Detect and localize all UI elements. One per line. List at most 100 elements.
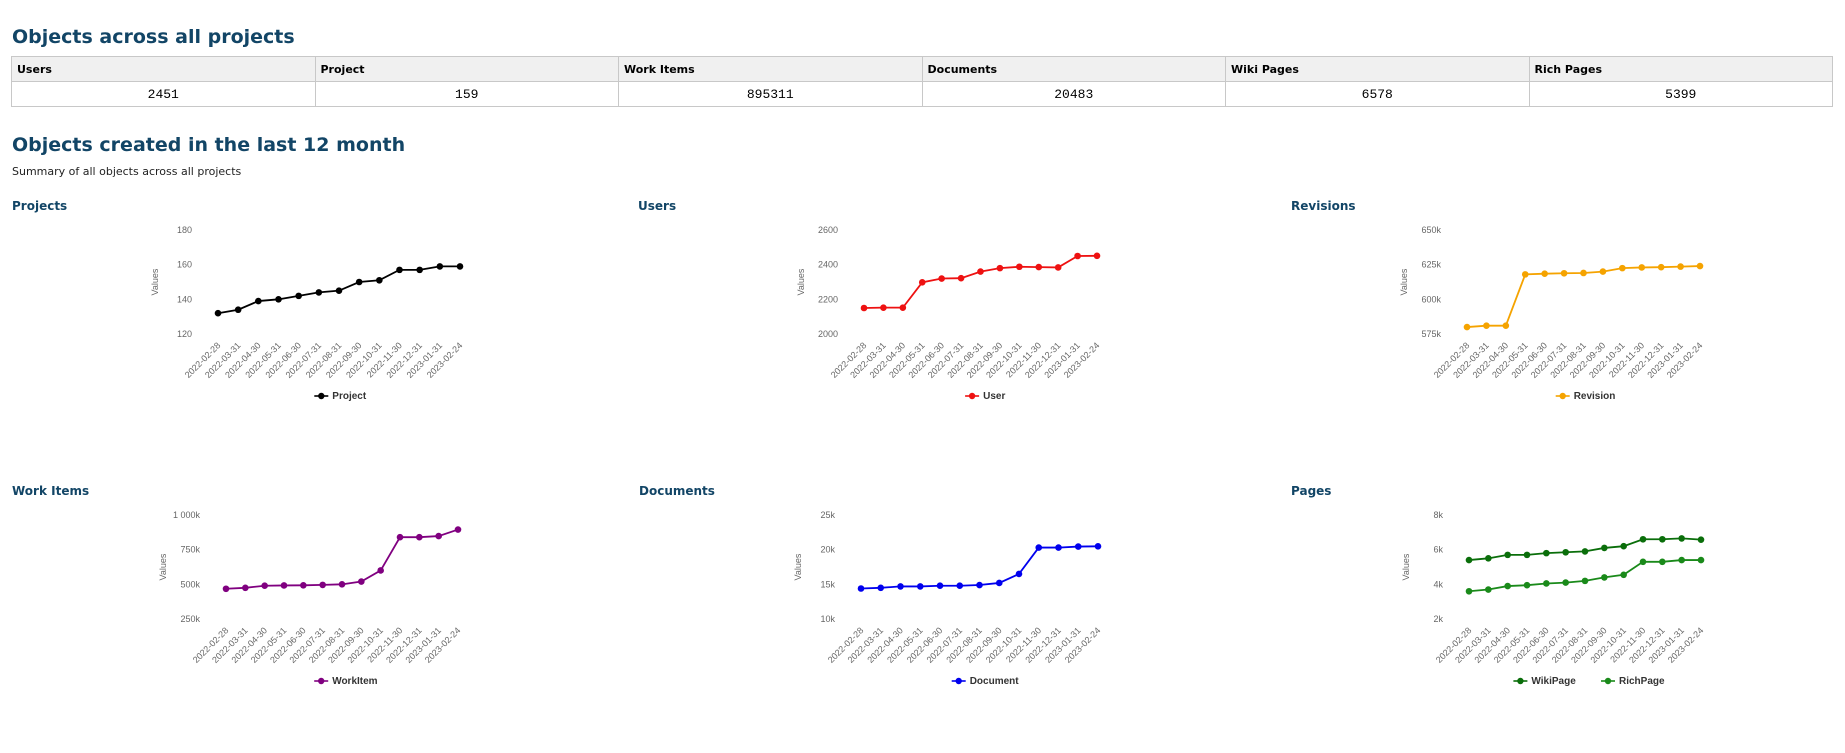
y-axis-label: Values: [1399, 268, 1409, 295]
series-line: [1468, 559, 1702, 593]
data-point: [1601, 574, 1608, 581]
data-point: [897, 583, 904, 590]
data-point: [860, 304, 868, 312]
value-documents: 20483: [921, 81, 1226, 107]
data-point: [261, 582, 268, 590]
y-tick-label: 600k: [1421, 294, 1441, 304]
data-point: [214, 309, 222, 317]
data-point: [1015, 570, 1023, 578]
data-point: [1504, 582, 1511, 590]
y-tick-label: 120: [177, 329, 192, 339]
data-point: [1697, 556, 1705, 564]
y-tick-label: 25k: [820, 510, 835, 520]
y-tick-label: 4k: [1433, 579, 1443, 589]
chart-svg-documents: 10k15k20k25kValues2022-02-282022-03-3120…: [793, 510, 1102, 687]
data-point: [1580, 269, 1587, 277]
data-point: [436, 263, 444, 270]
legend-item[interactable]: User: [965, 391, 1005, 402]
data-point: [435, 532, 442, 540]
data-point: [916, 583, 924, 590]
chart-projects: Projects 120 140 160 180 Values 2022-02-28 202…: [12, 199, 612, 429]
chart-svg-pages: 2k4k6k8kValues2022-02-282022-03-312022-0…: [1401, 510, 1705, 687]
legend-item[interactable]: Revision: [1555, 391, 1616, 402]
legend-item[interactable]: WikiPage: [1513, 676, 1576, 687]
header-rich-pages: Rich Pages: [1528, 56, 1833, 82]
data-point: [355, 278, 363, 286]
y-tick-label: 20k: [820, 545, 835, 555]
data-point: [976, 581, 983, 589]
data-point: [377, 567, 384, 574]
y-tick-label: 2200: [818, 294, 838, 304]
data-point: [1074, 543, 1082, 550]
series-line: [863, 254, 1098, 309]
legend-label: Revision: [1574, 391, 1616, 402]
data-point: [1639, 558, 1647, 566]
legend-swatch-dot: [318, 392, 325, 400]
data-point: [1562, 579, 1569, 586]
chart-svg-projects: 120140160180Values2022-02-282022-03-3120…: [150, 225, 464, 402]
data-point: [1074, 252, 1081, 260]
y-tick-label: 500k: [180, 579, 200, 589]
y-axis-label: Values: [796, 268, 806, 295]
data-point: [977, 268, 984, 275]
data-point: [1638, 264, 1646, 271]
data-point: [1697, 536, 1705, 543]
chart-svg-users: 2000220024002600Values2022-02-282022-03-…: [796, 225, 1101, 402]
data-point: [1094, 543, 1102, 550]
data-point: [315, 289, 323, 296]
legend-item[interactable]: Project: [314, 391, 367, 402]
y-axis-label: Values: [793, 553, 803, 580]
data-point: [1483, 322, 1490, 329]
legend-label: User: [983, 391, 1005, 402]
data-point: [376, 276, 383, 284]
data-point: [1093, 252, 1101, 260]
section-heading-objects: Objects across all projects: [12, 26, 295, 48]
legend-item[interactable]: WorkItem: [314, 676, 378, 687]
data-point: [1054, 264, 1062, 271]
chart-revisions: Revisions 575k 600k 625k 650k Values 2022-02-…: [1291, 199, 1831, 429]
data-point: [1543, 580, 1550, 587]
data-point: [1055, 544, 1062, 551]
y-tick-label: 750k: [180, 545, 200, 555]
data-point: [280, 582, 288, 589]
data-point: [938, 275, 945, 282]
header-users: Users: [11, 56, 316, 82]
y-tick-label: 160: [177, 260, 192, 270]
data-point: [358, 578, 365, 585]
data-point: [1465, 587, 1473, 595]
data-point: [1543, 549, 1550, 557]
data-point: [899, 304, 907, 311]
chart-svg-revisions: 575k600k625k650kValues2022-02-282022-03-…: [1399, 225, 1704, 402]
y-tick-label: 180: [177, 225, 192, 235]
value-wiki-pages: 6578: [1225, 81, 1530, 107]
chart-svg-work-items: 250k500k750k1 000kValues2022-02-282022-0…: [158, 510, 462, 687]
data-point: [234, 306, 242, 314]
data-point: [956, 582, 964, 590]
section-subtitle: Summary of all objects across all projec…: [12, 165, 242, 178]
chart-users: Users 2000 2200 2400 2600 Values 2022-02-28 20…: [638, 199, 1258, 429]
legend-item[interactable]: Document: [951, 676, 1020, 687]
legend-item[interactable]: RichPage: [1601, 676, 1665, 687]
summary-value-row: 2451 159 895311 20483 6578 5399: [11, 81, 1833, 107]
y-tick-label: 1 000k: [173, 510, 201, 520]
y-tick-label: 10k: [820, 614, 835, 624]
data-point: [1677, 263, 1684, 270]
data-point: [335, 287, 343, 294]
data-point: [1659, 535, 1666, 543]
data-point: [1620, 542, 1627, 550]
data-point: [255, 297, 262, 305]
data-point: [1523, 551, 1531, 559]
data-point: [918, 279, 926, 286]
data-point: [1465, 556, 1473, 564]
y-tick-label: 2400: [818, 260, 838, 270]
data-point: [300, 582, 307, 589]
y-tick-label: 2000: [818, 329, 838, 339]
legend-swatch-dot: [1559, 392, 1566, 400]
legend-swatch-dot: [318, 677, 325, 685]
legend-swatch-dot: [1604, 677, 1612, 685]
legend-label: WorkItem: [332, 676, 377, 687]
value-users: 2451: [11, 81, 316, 107]
data-point: [877, 584, 885, 592]
data-point: [416, 533, 423, 541]
data-point: [1463, 323, 1471, 331]
